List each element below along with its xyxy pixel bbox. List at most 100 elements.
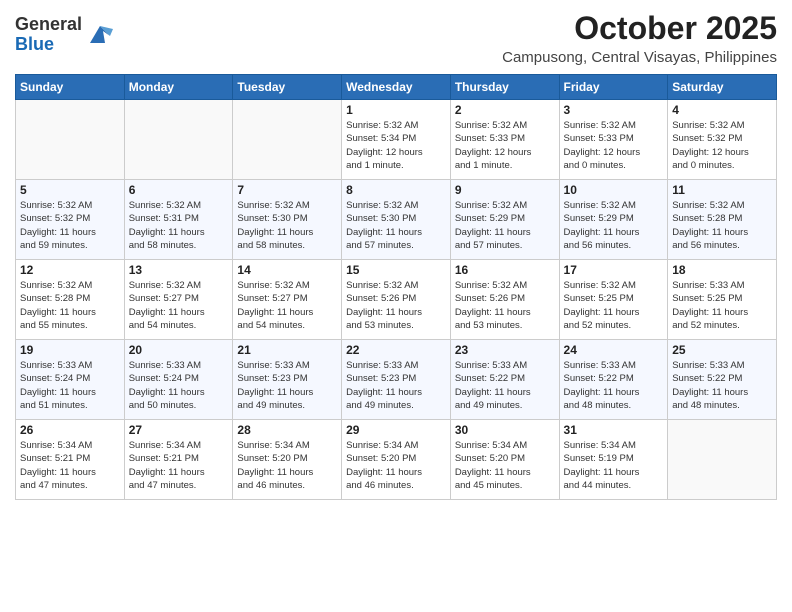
calendar-cell: 22Sunrise: 5:33 AMSunset: 5:23 PMDayligh… — [342, 340, 451, 420]
day-number: 11 — [672, 183, 772, 197]
day-number: 23 — [455, 343, 555, 357]
calendar-cell: 15Sunrise: 5:32 AMSunset: 5:26 PMDayligh… — [342, 260, 451, 340]
calendar-cell: 25 Sunrise: 5:33 AMSunset: 5:22 PMDayligh… — [668, 340, 777, 420]
day-number: 21 — [237, 343, 337, 357]
day-number: 19 — [20, 343, 120, 357]
week-row-4: 19Sunrise: 5:33 AMSunset: 5:24 PMDayligh… — [16, 340, 777, 420]
day-info: Sunrise: 5:34 AMSunset: 5:20 PMDaylight:… — [455, 439, 555, 492]
day-number: 4 — [672, 103, 772, 117]
calendar-cell: 5 Sunrise: 5:32 AMSunset: 5:32 PMDaylight… — [16, 180, 125, 260]
week-row-1: 1 Sunrise: 5:32 AMSunset: 5:34 PMDaylight… — [16, 100, 777, 180]
logo-bird-icon — [85, 21, 115, 49]
day-number: 24 — [564, 343, 664, 357]
day-info: Sunrise: 5:32 AMSunset: 5:25 PMDaylight:… — [564, 279, 664, 332]
day-info: Sunrise: 5:32 AMSunset: 5:27 PMDaylight:… — [129, 279, 229, 332]
weekday-header-tuesday: Tuesday — [233, 75, 342, 100]
logo-blue: Blue — [15, 34, 54, 54]
day-number: 5 — [20, 183, 120, 197]
calendar-cell — [16, 100, 125, 180]
day-info: Sunrise: 5:34 AMSunset: 5:19 PMDaylight:… — [564, 439, 664, 492]
day-number: 10 — [564, 183, 664, 197]
calendar-cell: 8 Sunrise: 5:32 AMSunset: 5:30 PMDaylight… — [342, 180, 451, 260]
calendar-cell: 31 Sunrise: 5:34 AMSunset: 5:19 PMDayligh… — [559, 420, 668, 500]
calendar-cell: 13 Sunrise: 5:32 AMSunset: 5:27 PMDayligh… — [124, 260, 233, 340]
day-number: 27 — [129, 423, 229, 437]
day-info: Sunrise: 5:34 AMSunset: 5:20 PMDaylight:… — [346, 439, 446, 492]
calendar-cell — [124, 100, 233, 180]
calendar-cell: 7Sunrise: 5:32 AMSunset: 5:30 PMDaylight… — [233, 180, 342, 260]
calendar-cell: 27Sunrise: 5:34 AMSunset: 5:21 PMDayligh… — [124, 420, 233, 500]
day-info: Sunrise: 5:32 AMSunset: 5:33 PMDaylight:… — [455, 119, 555, 172]
calendar-cell: 3Sunrise: 5:32 AMSunset: 5:33 PMDaylight… — [559, 100, 668, 180]
day-info: Sunrise: 5:34 AMSunset: 5:20 PMDaylight:… — [237, 439, 337, 492]
weekday-header-saturday: Saturday — [668, 75, 777, 100]
calendar-cell: 20Sunrise: 5:33 AMSunset: 5:24 PMDayligh… — [124, 340, 233, 420]
calendar-cell — [668, 420, 777, 500]
day-info: Sunrise: 5:32 AMSunset: 5:34 PMDaylight:… — [346, 119, 446, 172]
day-info: Sunrise: 5:33 AMSunset: 5:25 PMDaylight:… — [672, 279, 772, 332]
calendar-cell: 29 Sunrise: 5:34 AMSunset: 5:20 PMDayligh… — [342, 420, 451, 500]
day-info: Sunrise: 5:33 AMSunset: 5:22 PMDaylight:… — [672, 359, 772, 412]
day-number: 14 — [237, 263, 337, 277]
day-number: 18 — [672, 263, 772, 277]
calendar-cell: 18 Sunrise: 5:33 AMSunset: 5:25 PMDayligh… — [668, 260, 777, 340]
calendar-cell: 9 Sunrise: 5:32 AMSunset: 5:29 PMDaylight… — [450, 180, 559, 260]
day-info: Sunrise: 5:33 AMSunset: 5:23 PMDaylight:… — [346, 359, 446, 412]
calendar-cell: 24 Sunrise: 5:33 AMSunset: 5:22 PMDayligh… — [559, 340, 668, 420]
day-number: 9 — [455, 183, 555, 197]
week-row-3: 12Sunrise: 5:32 AMSunset: 5:28 PMDayligh… — [16, 260, 777, 340]
weekday-header-wednesday: Wednesday — [342, 75, 451, 100]
calendar-cell: 16 Sunrise: 5:32 AMSunset: 5:26 PMDayligh… — [450, 260, 559, 340]
month-title: October 2025 — [502, 10, 777, 47]
calendar-cell: 1 Sunrise: 5:32 AMSunset: 5:34 PMDaylight… — [342, 100, 451, 180]
day-info: Sunrise: 5:32 AMSunset: 5:32 PMDaylight:… — [20, 199, 120, 252]
calendar-cell: 6 Sunrise: 5:32 AMSunset: 5:31 PMDaylight… — [124, 180, 233, 260]
logo: General Blue — [15, 15, 115, 55]
day-number: 1 — [346, 103, 446, 117]
day-number: 8 — [346, 183, 446, 197]
day-number: 20 — [129, 343, 229, 357]
weekday-header-row: SundayMondayTuesdayWednesdayThursdayFrid… — [16, 75, 777, 100]
day-info: Sunrise: 5:32 AMSunset: 5:29 PMDaylight:… — [455, 199, 555, 252]
calendar-cell: 4Sunrise: 5:32 AMSunset: 5:32 PMDaylight… — [668, 100, 777, 180]
day-info: Sunrise: 5:32 AMSunset: 5:30 PMDaylight:… — [346, 199, 446, 252]
day-number: 2 — [455, 103, 555, 117]
calendar-cell: 28Sunrise: 5:34 AMSunset: 5:20 PMDayligh… — [233, 420, 342, 500]
day-info: Sunrise: 5:32 AMSunset: 5:28 PMDaylight:… — [672, 199, 772, 252]
day-number: 26 — [20, 423, 120, 437]
day-number: 3 — [564, 103, 664, 117]
day-info: Sunrise: 5:33 AMSunset: 5:23 PMDaylight:… — [237, 359, 337, 412]
day-number: 6 — [129, 183, 229, 197]
calendar-table: SundayMondayTuesdayWednesdayThursdayFrid… — [15, 74, 777, 500]
day-number: 13 — [129, 263, 229, 277]
calendar-cell: 21 Sunrise: 5:33 AMSunset: 5:23 PMDayligh… — [233, 340, 342, 420]
day-number: 15 — [346, 263, 446, 277]
calendar-cell: 12Sunrise: 5:32 AMSunset: 5:28 PMDayligh… — [16, 260, 125, 340]
calendar-cell: 2 Sunrise: 5:32 AMSunset: 5:33 PMDaylight… — [450, 100, 559, 180]
calendar-cell: 19Sunrise: 5:33 AMSunset: 5:24 PMDayligh… — [16, 340, 125, 420]
location-title: Campusong, Central Visayas, Philippines — [502, 49, 777, 66]
weekday-header-sunday: Sunday — [16, 75, 125, 100]
day-info: Sunrise: 5:33 AMSunset: 5:22 PMDaylight:… — [455, 359, 555, 412]
day-info: Sunrise: 5:32 AMSunset: 5:27 PMDaylight:… — [237, 279, 337, 332]
logo-general: General — [15, 14, 82, 34]
calendar-cell: 30Sunrise: 5:34 AMSunset: 5:20 PMDayligh… — [450, 420, 559, 500]
week-row-5: 26 Sunrise: 5:34 AMSunset: 5:21 PMDayligh… — [16, 420, 777, 500]
day-number: 16 — [455, 263, 555, 277]
day-number: 17 — [564, 263, 664, 277]
calendar-cell: 11 Sunrise: 5:32 AMSunset: 5:28 PMDayligh… — [668, 180, 777, 260]
day-info: Sunrise: 5:34 AMSunset: 5:21 PMDaylight:… — [20, 439, 120, 492]
day-number: 29 — [346, 423, 446, 437]
calendar-cell: 17 Sunrise: 5:32 AMSunset: 5:25 PMDayligh… — [559, 260, 668, 340]
day-number: 31 — [564, 423, 664, 437]
day-info: Sunrise: 5:33 AMSunset: 5:22 PMDaylight:… — [564, 359, 664, 412]
title-area: October 2025 Campusong, Central Visayas,… — [502, 10, 777, 66]
weekday-header-friday: Friday — [559, 75, 668, 100]
day-number: 25 — [672, 343, 772, 357]
day-info: Sunrise: 5:32 AMSunset: 5:31 PMDaylight:… — [129, 199, 229, 252]
calendar-cell: 23 Sunrise: 5:33 AMSunset: 5:22 PMDayligh… — [450, 340, 559, 420]
day-info: Sunrise: 5:32 AMSunset: 5:26 PMDaylight:… — [455, 279, 555, 332]
day-info: Sunrise: 5:32 AMSunset: 5:29 PMDaylight:… — [564, 199, 664, 252]
day-info: Sunrise: 5:32 AMSunset: 5:30 PMDaylight:… — [237, 199, 337, 252]
weekday-header-monday: Monday — [124, 75, 233, 100]
